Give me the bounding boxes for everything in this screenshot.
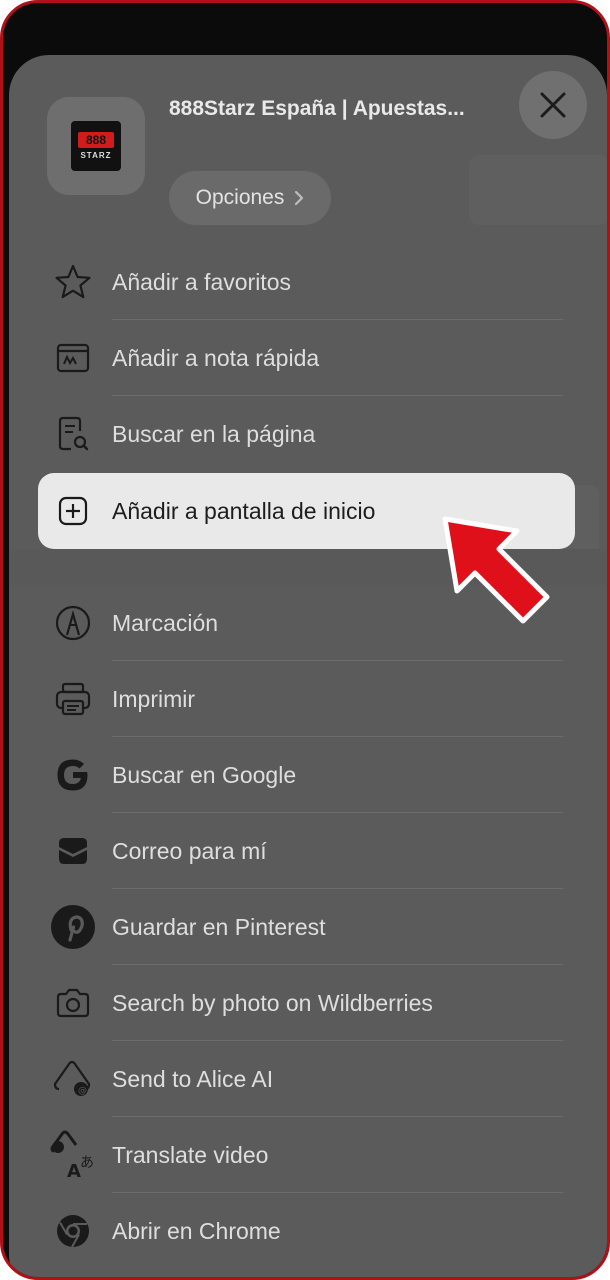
menu-item-label: Send to Alice AI bbox=[112, 1066, 274, 1092]
menu-item-add-favorites[interactable]: Añadir a favoritos bbox=[9, 244, 607, 320]
close-icon bbox=[540, 92, 566, 118]
camera-icon bbox=[53, 983, 93, 1023]
menu-item-label: Añadir a nota rápida bbox=[112, 345, 320, 371]
options-label: Opciones bbox=[195, 186, 285, 209]
find-in-page-icon bbox=[53, 414, 93, 454]
menu-item-label: Buscar en Google bbox=[112, 762, 297, 788]
svg-text:@: @ bbox=[78, 1086, 87, 1096]
pointer-arrow-icon bbox=[442, 516, 550, 624]
menu-item-label: Correo para mí bbox=[112, 838, 267, 864]
menu-item-label: Añadir a favoritos bbox=[112, 269, 291, 295]
close-button[interactable] bbox=[519, 71, 587, 139]
alice-icon: @ bbox=[53, 1059, 93, 1099]
menu-item-open-chrome[interactable]: Abrir en Chrome bbox=[9, 1193, 607, 1269]
chrome-icon bbox=[53, 1211, 93, 1251]
menu-item-search-wildberries[interactable]: Search by photo on Wildberries bbox=[9, 965, 607, 1041]
options-button[interactable]: Opciones bbox=[169, 171, 331, 225]
quick-note-icon bbox=[53, 338, 93, 378]
google-icon bbox=[53, 755, 93, 795]
menu-item-label: Añadir a pantalla de inicio bbox=[112, 498, 376, 524]
markup-pen-icon bbox=[53, 603, 93, 643]
logo-number: 888 bbox=[78, 132, 114, 148]
menu-item-label: Abrir en Chrome bbox=[112, 1218, 281, 1244]
printer-icon bbox=[53, 679, 93, 719]
site-icon: 888 STARZ bbox=[47, 97, 145, 195]
site-title: 888Starz España | Apuestas... bbox=[169, 97, 465, 120]
menu-item-label: Guardar en Pinterest bbox=[112, 914, 326, 940]
svg-text:A: A bbox=[67, 1161, 81, 1181]
menu-item-send-alice[interactable]: @ Send to Alice AI bbox=[9, 1041, 607, 1117]
svg-text:あ: あ bbox=[80, 1155, 94, 1171]
menu-item-mail-to-me[interactable]: Correo para mí bbox=[9, 813, 607, 889]
chevron-right-icon bbox=[295, 190, 304, 206]
add-square-icon bbox=[53, 491, 93, 531]
menu-item-print[interactable]: Imprimir bbox=[9, 661, 607, 737]
menu-item-save-pinterest[interactable]: Guardar en Pinterest bbox=[9, 889, 607, 965]
share-sheet: 888 STARZ 888Starz España | Apuestas... … bbox=[9, 55, 607, 1277]
menu-item-label: Search by photo on Wildberries bbox=[112, 990, 433, 1016]
phone-frame: 888 STARZ 888Starz España | Apuestas... … bbox=[0, 0, 610, 1280]
menu-item-search-google[interactable]: Buscar en Google bbox=[9, 737, 607, 813]
background-blur bbox=[469, 155, 607, 225]
menu-item-add-quick-note[interactable]: Añadir a nota rápida bbox=[9, 320, 607, 396]
translate-icon: Aあ bbox=[49, 1129, 97, 1181]
logo-text: STARZ bbox=[80, 151, 112, 160]
star-icon bbox=[53, 262, 93, 302]
pinterest-icon bbox=[49, 903, 97, 951]
menu-item-label: Marcación bbox=[112, 610, 219, 636]
mail-tray-icon bbox=[53, 831, 93, 871]
menu-item-translate-video[interactable]: Aあ Translate video bbox=[9, 1117, 607, 1193]
site-logo: 888 STARZ bbox=[71, 121, 121, 171]
menu-item-find-in-page[interactable]: Buscar en la página bbox=[9, 396, 607, 472]
menu-item-label: Buscar en la página bbox=[112, 421, 316, 447]
menu-item-label: Imprimir bbox=[112, 686, 196, 712]
menu-item-label: Translate video bbox=[112, 1142, 269, 1168]
